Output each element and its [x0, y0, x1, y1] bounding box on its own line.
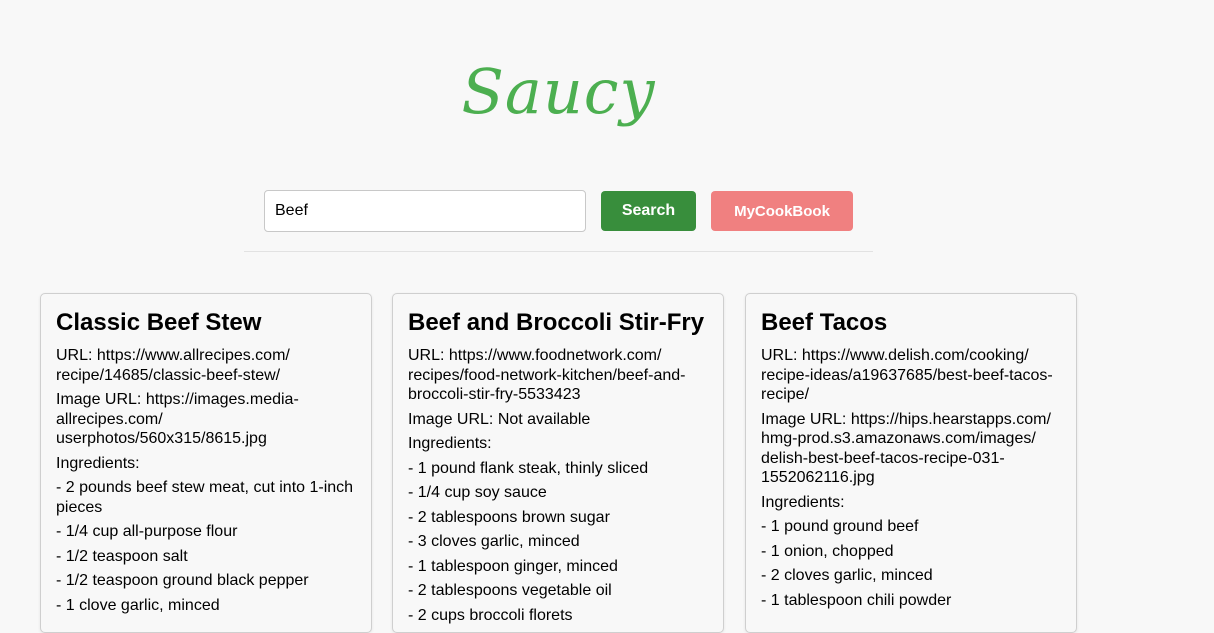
search-button[interactable]: Search [601, 191, 696, 231]
search-input[interactable] [264, 190, 586, 232]
ingredients-label: Ingredients: [56, 454, 140, 472]
ingredient-item: - 1/4 cup soy sauce [408, 484, 547, 501]
mycookbook-button[interactable]: MyCookBook [711, 191, 853, 231]
recipe-title: Classic Beef Stew [56, 309, 262, 336]
ingredient-item: - 2 cloves garlic, minced [761, 567, 933, 584]
ingredient-item: - 1 tablespoon ginger, minced [408, 557, 618, 575]
recipe-url: URL: https://www.delish.com/cooking/ rec… [761, 347, 1053, 403]
ingredients-list: - 1 pound flank steak, thinly sliced - 1… [408, 459, 708, 626]
recipe-title: Beef and Broccoli Stir-Fry [408, 309, 705, 336]
ingredient-item: - 3 cloves garlic, minced [408, 533, 580, 550]
ingredients-label: Ingredients: [761, 493, 845, 511]
recipe-card: Classic Beef Stew URL: https://www.allre… [40, 293, 372, 633]
recipe-url: URL: https://www.allrecipes.com/ recipe/… [56, 347, 290, 384]
recipe-url: URL: https://www.foodnetwork.com/ recipe… [408, 347, 686, 403]
recipe-image-url: Image URL: https://hips.hearstapps.com/ … [761, 410, 1051, 487]
recipe-card: Beef Tacos URL: https://www.delish.com/c… [745, 293, 1077, 633]
recipe-image-url: Image URL: Not available [408, 410, 591, 428]
ingredient-item: - 1/2 teaspoon ground black pepper [56, 572, 309, 589]
ingredient-item: - 1/2 teaspoon salt [56, 547, 188, 565]
recipe-title: Beef Tacos [761, 309, 888, 336]
ingredient-item: - 2 tablespoons brown sugar [408, 508, 610, 526]
ingredient-item: - 1 pound flank steak, thinly sliced [408, 459, 649, 477]
ingredient-item: - 1 tablespoon chili powder [761, 591, 952, 609]
recipe-image-url: Image URL: https://images.media-allrecip… [56, 391, 299, 447]
app-logo: Saucy [461, 55, 656, 128]
ingredients-label: Ingredients: [408, 435, 492, 452]
ingredient-item: - 2 tablespoons vegetable oil [408, 582, 612, 599]
ingredient-item: - 1 clove garlic, minced [56, 596, 220, 614]
ingredient-item: - 2 cups broccoli florets [408, 606, 573, 624]
ingredients-list: - 1 pound ground beef - 1 onion, chopped… [761, 517, 1061, 610]
ingredients-list: - 2 pounds beef stew meat, cut into 1-in… [56, 478, 356, 615]
ingredient-item: - 2 pounds beef stew meat, cut into 1-in… [56, 479, 354, 516]
recipe-card: Beef and Broccoli Stir-Fry URL: https://… [392, 293, 724, 633]
ingredient-item: - 1 onion, chopped [761, 542, 894, 560]
ingredient-item: - 1/4 cup all-purpose flour [56, 523, 238, 540]
ingredient-item: - 1 pound ground beef [761, 518, 919, 535]
header: Saucy Search MyCookBook [244, 0, 873, 252]
